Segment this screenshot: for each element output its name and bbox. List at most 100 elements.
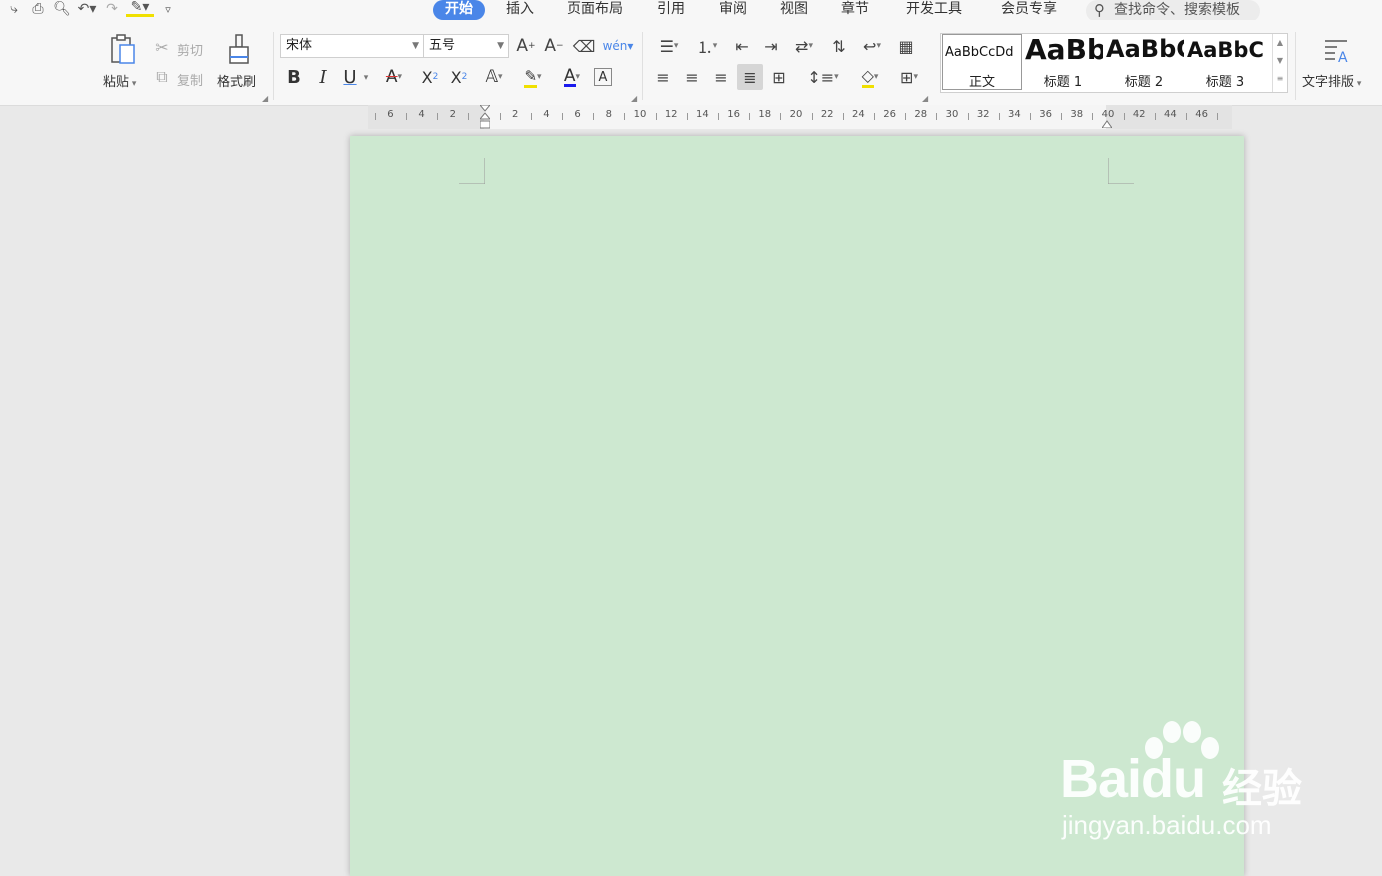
tab-page-layout[interactable]: 页面布局	[567, 0, 623, 20]
ruler-label: 34	[1008, 109, 1021, 120]
save-icon[interactable]: ⤷	[4, 1, 24, 17]
separator	[1295, 32, 1296, 100]
superscript-icon[interactable]: X2	[418, 66, 442, 88]
ruler-tick	[686, 113, 688, 120]
bold-icon[interactable]: B	[284, 66, 304, 88]
tab-developer[interactable]: 开发工具	[906, 0, 962, 20]
sort-icon[interactable]: ⇅	[827, 35, 851, 57]
style-label: 标题 1	[1043, 75, 1083, 90]
style-heading-1[interactable]: AaBb 标题 1	[1023, 34, 1103, 90]
subscript-icon[interactable]: X2	[447, 66, 471, 88]
print-icon[interactable]: ⎙	[28, 1, 48, 17]
ruler-label: 30	[945, 109, 959, 120]
ruler-label: 2	[512, 109, 519, 120]
underline-icon[interactable]: U	[340, 66, 360, 88]
tab-chapter[interactable]: 章节	[841, 0, 869, 20]
indent-marker-icon[interactable]	[478, 104, 492, 129]
strikethrough-icon[interactable]: A ▾	[378, 66, 410, 88]
table-tools-icon[interactable]: ▦	[894, 35, 918, 57]
font-color-icon[interactable]: A ▾	[555, 66, 589, 88]
highlight-color-icon[interactable]: ✎ ▾	[516, 66, 550, 88]
chevron-down-icon[interactable]: ▼	[1273, 52, 1287, 70]
style-label: 标题 2	[1124, 75, 1164, 90]
increase-indent-icon[interactable]: ⇥	[759, 35, 783, 57]
bullet-list-icon[interactable]: ☰ ▾	[652, 35, 686, 57]
numbered-list-icon[interactable]: ⒈ ▾	[690, 35, 724, 57]
tab-references[interactable]: 引用	[657, 0, 685, 20]
watermark-url: jingyan.baidu.com	[1062, 810, 1272, 840]
tab-view[interactable]: 视图	[780, 0, 808, 20]
copy-button[interactable]: 复制	[177, 70, 203, 89]
align-center-icon[interactable]: ≡	[681, 66, 703, 88]
undo-icon[interactable]: ↶▾	[76, 1, 98, 17]
copy-icon[interactable]: ⧉	[152, 67, 172, 86]
ruler-tick	[1061, 113, 1063, 120]
chinese-layout-icon[interactable]: ⇄ ▾	[787, 35, 821, 57]
print-preview-icon[interactable]: 🔍︎	[52, 1, 72, 17]
redo-icon[interactable]: ↷	[102, 1, 122, 17]
style-sample: AaBbC	[1187, 38, 1264, 62]
clear-format-icon[interactable]: ⌫	[572, 35, 596, 57]
margin-corner-top-left	[459, 158, 485, 184]
chevron-down-icon[interactable]: ▾	[361, 72, 371, 84]
ruler-label: 6	[387, 109, 394, 120]
clipboard-launcher-icon[interactable]: ◢	[262, 94, 268, 103]
highlight-pen-icon[interactable]: ✎▾	[126, 0, 154, 17]
ruler-tick	[530, 113, 532, 120]
style-label: 标题 3	[1205, 75, 1245, 90]
align-right-icon[interactable]: ≡	[710, 66, 732, 88]
ruler-tick	[905, 113, 907, 120]
font-size-select[interactable]: 五号 ▼	[423, 34, 509, 58]
font-name-select[interactable]: 宋体 ▼	[280, 34, 424, 58]
ruler-tick	[374, 113, 376, 120]
phonetic-guide-icon[interactable]: wén▾	[601, 34, 635, 58]
shading-icon[interactable]: ◇ ▾	[852, 66, 888, 88]
right-indent-marker-icon[interactable]	[1101, 113, 1113, 129]
show-marks-icon[interactable]: ↩ ▾	[855, 35, 889, 57]
grow-font-icon[interactable]: A +	[514, 35, 538, 57]
tab-member[interactable]: 会员专享	[1001, 0, 1057, 20]
italic-icon[interactable]: I	[313, 66, 333, 88]
tab-review[interactable]: 审阅	[719, 0, 747, 20]
ruler-label: 8	[605, 109, 612, 120]
tab-home[interactable]: 开始	[433, 0, 485, 20]
paste-icon[interactable]	[106, 32, 140, 68]
customize-toolbar-icon[interactable]: ▿	[158, 3, 178, 16]
font-launcher-icon[interactable]: ◢	[631, 94, 637, 103]
chevron-up-icon[interactable]: ▲	[1273, 34, 1287, 52]
scissors-icon[interactable]: ✂	[152, 38, 172, 57]
text-layout-icon[interactable]: A	[1320, 34, 1352, 68]
cut-button[interactable]: 剪切	[177, 40, 203, 59]
text-layout-button[interactable]: 文字排版 ▾	[1302, 71, 1361, 90]
command-search[interactable]: ⚲ 查找命令、搜索模板	[1086, 0, 1260, 22]
horizontal-ruler[interactable]: 6 4 2 2 4 6 8 10 12 14 16 18 20 22 24 26 28 30 32 34 36 38 40 4…	[368, 104, 1232, 129]
character-border-icon[interactable]: A	[594, 68, 612, 86]
distributed-align-icon[interactable]: ⊞	[768, 66, 790, 88]
text-effect-icon[interactable]: 𝔸 ▾	[477, 66, 511, 88]
ruler-tick	[1092, 113, 1094, 120]
paste-button[interactable]: 粘贴 ▾	[103, 71, 136, 90]
style-normal[interactable]: AaBbCcDd 正文	[942, 34, 1022, 90]
format-painter-button[interactable]: 格式刷	[217, 71, 256, 90]
ruler-label: 36	[1039, 109, 1052, 120]
ruler-tick	[468, 113, 470, 120]
expand-gallery-icon[interactable]: ≡	[1273, 70, 1287, 88]
ruler-label: 16	[727, 109, 740, 120]
paragraph-launcher-icon[interactable]: ◢	[922, 94, 928, 103]
paste-label: 粘贴	[103, 75, 130, 90]
justify-icon[interactable]: ≣	[737, 64, 763, 90]
align-left-icon[interactable]: ≡	[652, 66, 674, 88]
watermark-product: 经验	[1222, 766, 1302, 812]
tab-insert[interactable]: 插入	[506, 0, 534, 20]
decrease-indent-icon[interactable]: ⇤	[730, 35, 754, 57]
style-heading-3[interactable]: AaBbC 标题 3	[1185, 34, 1265, 90]
styles-scroll[interactable]: ▲ ▼ ≡	[1272, 34, 1287, 92]
line-spacing-icon[interactable]: ↕≡ ▾	[806, 66, 840, 88]
ruler-label: 14	[696, 109, 709, 120]
borders-icon[interactable]: ⊞ ▾	[892, 66, 926, 88]
ruler-tick	[718, 113, 719, 120]
shrink-font-icon[interactable]: A −	[542, 35, 566, 57]
format-painter-icon[interactable]	[224, 32, 254, 68]
font-size-value: 五号	[429, 38, 456, 53]
style-heading-2[interactable]: AaBbC 标题 2	[1104, 34, 1184, 90]
